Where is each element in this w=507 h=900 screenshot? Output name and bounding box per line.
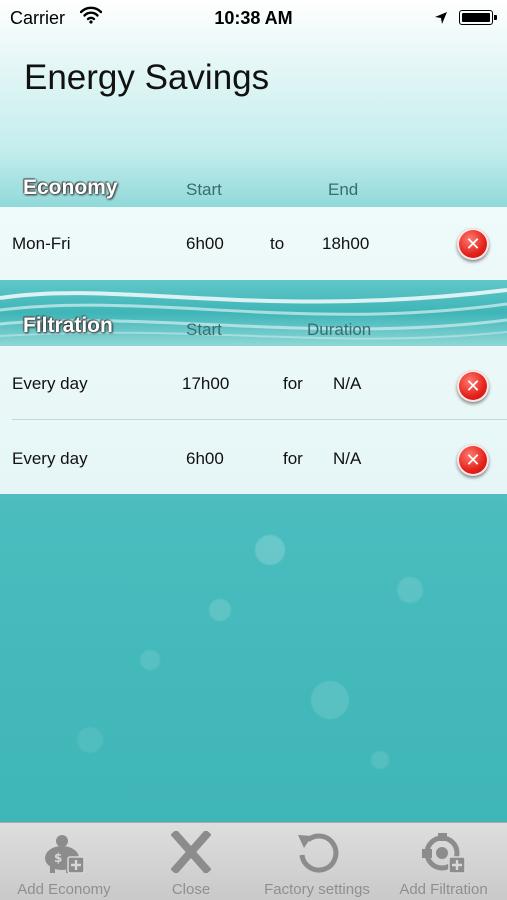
- close-label: Close: [171, 881, 211, 898]
- filtration-start-header: Start: [186, 320, 222, 339]
- page-title: Energy Savings: [24, 58, 270, 97]
- add-filtration-label: Add Filtration: [399, 881, 488, 898]
- economy-row-start: 6h00: [186, 234, 224, 253]
- filtration-row-connector: for: [283, 374, 303, 393]
- filtration-duration-header: Duration: [307, 320, 372, 339]
- energy-savings-screen: Carrier 10:38 AM Energy Savings Economy …: [0, 0, 507, 900]
- status-bar: Carrier 10:38 AM: [0, 0, 507, 36]
- pump-add-icon: [420, 831, 468, 880]
- filtration-row-connector: for: [283, 449, 303, 468]
- factory-settings-label: Factory settings: [264, 881, 370, 898]
- delete-x-icon: ✕: [465, 233, 481, 254]
- delete-filtration-button[interactable]: ✕: [457, 370, 489, 402]
- bottom-toolbar: $ Add Economy Close Factory settings Add…: [0, 822, 507, 900]
- filtration-row-duration: N/A: [333, 449, 362, 468]
- filtration-section-title: Filtration: [23, 314, 113, 337]
- filtration-row-days: Every day: [12, 449, 88, 468]
- close-button[interactable]: Close: [128, 823, 254, 900]
- location-arrow-icon: [434, 9, 448, 30]
- add-filtration-button[interactable]: Add Filtration: [380, 823, 507, 900]
- filtration-row-days: Every day: [12, 374, 88, 393]
- delete-economy-button[interactable]: ✕: [457, 228, 489, 260]
- economy-start-header: Start: [186, 180, 222, 199]
- economy-section-title: Economy: [23, 176, 118, 199]
- delete-x-icon: ✕: [465, 449, 481, 470]
- delete-x-icon: ✕: [465, 375, 481, 396]
- reset-arrow-icon: [294, 831, 340, 880]
- piggy-bank-add-icon: $: [40, 831, 88, 880]
- battery-icon: [459, 10, 497, 25]
- close-x-icon: [170, 829, 212, 878]
- economy-row-end: 18h00: [322, 234, 370, 253]
- add-economy-label: Add Economy: [17, 881, 111, 898]
- factory-settings-button[interactable]: Factory settings: [254, 823, 380, 900]
- economy-row[interactable]: Mon-Fri 6h00 to 18h00 ✕: [0, 207, 507, 281]
- status-time: 10:38 AM: [214, 8, 293, 28]
- filtration-row-duration: N/A: [333, 374, 362, 393]
- filtration-row-start: 6h00: [186, 449, 224, 468]
- economy-end-header: End: [328, 180, 359, 199]
- economy-row-connector: to: [270, 234, 285, 253]
- filtration-row-start: 17h00: [182, 374, 230, 393]
- delete-filtration-button[interactable]: ✕: [457, 444, 489, 476]
- filtration-row[interactable]: Every day 6h00 for N/A ✕: [0, 420, 507, 494]
- svg-text:$: $: [54, 851, 62, 865]
- add-economy-button[interactable]: $ Add Economy: [0, 823, 128, 900]
- economy-row-days: Mon-Fri: [12, 234, 71, 253]
- filtration-row[interactable]: Every day 17h00 for N/A ✕: [0, 346, 507, 420]
